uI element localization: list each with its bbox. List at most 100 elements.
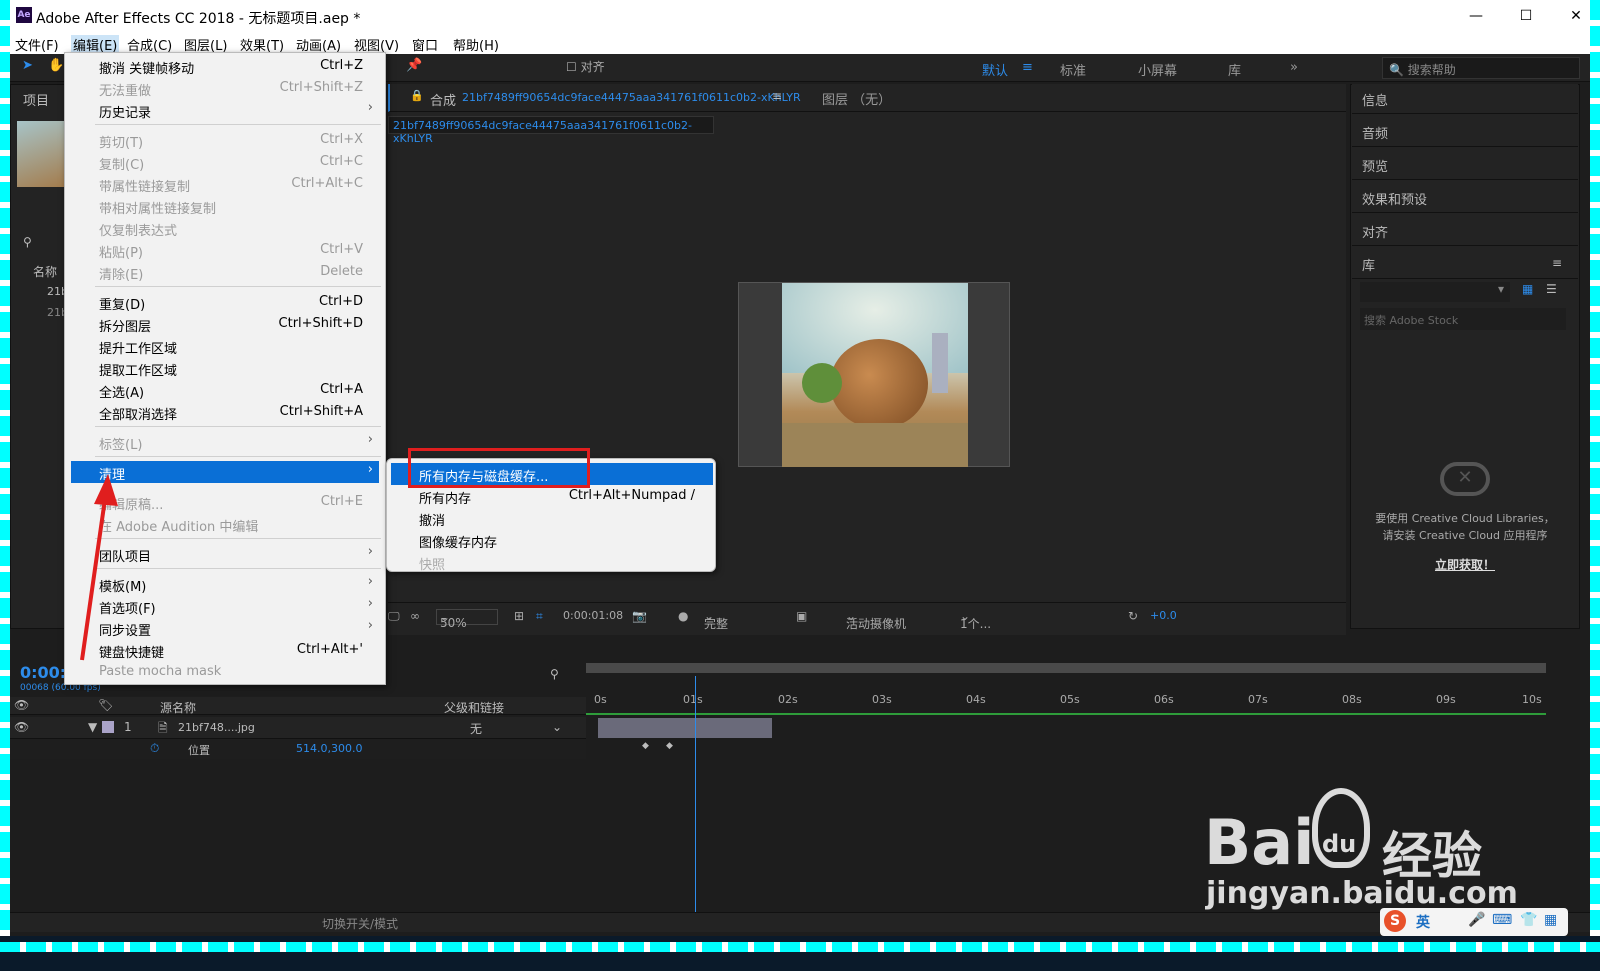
pin-tool-icon[interactable]: 📌 bbox=[406, 58, 422, 73]
workspace-small-screen[interactable]: 小屏幕 bbox=[1138, 60, 1177, 79]
minimize-button[interactable]: — bbox=[1456, 4, 1496, 28]
project-search-icon[interactable]: ⚲ bbox=[23, 235, 32, 249]
transparency-icon[interactable]: ▣ bbox=[796, 609, 807, 623]
edit-menu-item-15[interactable]: 全部取消选择 Ctrl+Shift+A bbox=[65, 401, 385, 423]
purge-item-3[interactable]: 图像缓存内存 bbox=[391, 529, 713, 551]
workspace-menu-icon[interactable]: ≡ bbox=[1022, 60, 1033, 75]
edit-menu-item-0[interactable]: 撤消 关键帧移动 Ctrl+Z bbox=[65, 55, 385, 77]
layer-row[interactable]: 👁 ▼ 1 🗎 21bf748....jpg 无 ⌄ bbox=[10, 717, 586, 739]
work-area-bar[interactable] bbox=[586, 663, 1546, 673]
viewer-timecode[interactable]: 0:00:01:08 bbox=[563, 609, 623, 622]
timeline-timecode[interactable]: 0:00: bbox=[20, 663, 66, 682]
layer-parent-select[interactable]: 无 ⌄ bbox=[470, 720, 562, 737]
keyframe-1[interactable]: ◆ bbox=[642, 741, 649, 751]
workspace-default[interactable]: 默认 bbox=[982, 60, 1008, 79]
edit-menu-item-9[interactable]: 清除(E) Delete bbox=[65, 261, 385, 283]
edit-menu-item-8[interactable]: 粘贴(P) Ctrl+V bbox=[65, 239, 385, 261]
list-view-icon[interactable]: ☰ bbox=[1546, 282, 1557, 296]
layer-name[interactable]: 21bf748....jpg bbox=[178, 721, 255, 734]
selection-tool-icon[interactable]: ➤ bbox=[22, 58, 33, 73]
region-icon[interactable]: ⌗ bbox=[536, 609, 543, 624]
edit-menu-item-14[interactable]: 全选(A) Ctrl+A bbox=[65, 379, 385, 401]
purge-item-2[interactable]: 撤消 bbox=[391, 507, 713, 529]
purge-item-1[interactable]: 所有内存 Ctrl+Alt+Numpad / bbox=[391, 485, 713, 507]
layer-expand-icon[interactable]: ▼ bbox=[88, 720, 97, 734]
microphone-icon[interactable]: 🎤 bbox=[1468, 912, 1485, 928]
edit-menu-item-6[interactable]: 带相对属性链接复制 bbox=[65, 195, 385, 217]
search-help-input[interactable]: 🔍 搜索帮助 bbox=[1382, 57, 1580, 79]
eye-icon[interactable]: 👁 bbox=[14, 698, 29, 712]
timeline-search-icon[interactable]: ⚲ bbox=[550, 667, 559, 681]
edit-menu-item-5[interactable]: 带属性链接复制 Ctrl+Alt+C bbox=[65, 173, 385, 195]
panel-library[interactable]: 库 bbox=[1352, 249, 1578, 279]
color-channels-icon[interactable]: ● bbox=[678, 609, 688, 623]
edit-menu-item-7[interactable]: 仅复制表达式 bbox=[65, 217, 385, 239]
mask-icon[interactable]: ∞ bbox=[410, 609, 420, 623]
edit-menu-item-16[interactable]: 标签(L) › bbox=[65, 431, 385, 453]
position-property-row[interactable]: ⏱ 位置 514.0,300.0 bbox=[10, 739, 586, 759]
layer-visibility-icon[interactable]: 👁 bbox=[14, 720, 29, 734]
layer-duration-bar[interactable] bbox=[598, 718, 772, 738]
menu-help[interactable]: 帮助(H) bbox=[453, 35, 499, 54]
monitor-icon[interactable]: 🖵 bbox=[388, 609, 400, 624]
project-tab[interactable]: 项目 bbox=[23, 90, 49, 109]
sogou-icon[interactable]: S bbox=[1384, 910, 1406, 932]
edit-menu-item-12[interactable]: 提升工作区域 bbox=[65, 335, 385, 357]
shirt-icon[interactable]: 👕 bbox=[1520, 912, 1537, 928]
time-ruler[interactable]: 0s 01s 02s 03s 04s 05s 06s 07s 08s 09s 1… bbox=[592, 691, 1552, 711]
lock-icon[interactable]: 🔒 bbox=[410, 89, 424, 102]
library-select[interactable]: ▾ bbox=[1360, 282, 1510, 302]
views-select[interactable]: 1个... ⌄ bbox=[960, 609, 1024, 631]
panel-preview[interactable]: 预览 bbox=[1352, 150, 1578, 180]
menu-file[interactable]: 文件(F) bbox=[15, 35, 59, 54]
workspace-overflow-icon[interactable]: » bbox=[1290, 60, 1298, 75]
grid-icon[interactable]: ⊞ bbox=[514, 609, 524, 623]
label-icon[interactable]: 🏷 bbox=[98, 698, 113, 712]
adobe-stock-search[interactable]: 搜索 Adobe Stock bbox=[1360, 308, 1566, 330]
snapshot-icon[interactable]: 📷 bbox=[632, 609, 647, 623]
keyframe-2[interactable]: ◆ bbox=[666, 741, 673, 751]
edit-menu-item-1[interactable]: 无法重做 Ctrl+Shift+Z bbox=[65, 77, 385, 99]
panel-effects-presets[interactable]: 效果和预设 bbox=[1352, 183, 1578, 213]
property-value[interactable]: 514.0,300.0 bbox=[296, 742, 362, 755]
layer-parent-value: 无 bbox=[470, 722, 483, 736]
close-button[interactable]: ✕ bbox=[1556, 4, 1596, 28]
hand-tool-icon[interactable]: ✋ bbox=[48, 58, 64, 73]
toolbox-icon[interactable]: ▦ bbox=[1544, 912, 1557, 928]
edit-menu-item-10[interactable]: 重复(D) Ctrl+D bbox=[65, 291, 385, 313]
panel-audio[interactable]: 音频 bbox=[1352, 117, 1578, 147]
get-now-link[interactable]: 立即获取！ bbox=[1352, 556, 1578, 573]
layer-label-color[interactable] bbox=[102, 721, 114, 733]
quality-select[interactable]: 完整 ⌄ bbox=[704, 609, 784, 631]
comp-tab-menu-icon[interactable]: ≡ bbox=[772, 89, 782, 103]
playhead[interactable] bbox=[695, 676, 696, 916]
exposure-value[interactable]: +0.0 bbox=[1150, 609, 1177, 622]
maximize-button[interactable]: ☐ bbox=[1506, 4, 1546, 28]
menu-window[interactable]: 窗口 bbox=[412, 35, 438, 54]
toggle-switches-modes[interactable]: 切换开关/模式 bbox=[322, 915, 398, 932]
align-checkbox[interactable]: ☐ 对齐 bbox=[566, 58, 605, 75]
reset-exposure-icon[interactable]: ↻ bbox=[1128, 609, 1138, 623]
workspace-standard[interactable]: 标准 bbox=[1060, 60, 1086, 79]
edit-menu-item-13[interactable]: 提取工作区域 bbox=[65, 357, 385, 379]
workspace-library[interactable]: 库 bbox=[1228, 60, 1241, 79]
stopwatch-icon[interactable]: ⏱ bbox=[150, 741, 159, 756]
edit-menu-item-4[interactable]: 复制(C) Ctrl+C bbox=[65, 151, 385, 173]
zoom-select[interactable]: 50% ⌄ bbox=[436, 609, 498, 630]
camera-select[interactable]: 活动摄像机 ⌄ bbox=[846, 609, 946, 631]
edit-menu-item-2[interactable]: 历史记录 › bbox=[65, 99, 385, 121]
edit-menu-item-3[interactable]: 剪切(T) Ctrl+X bbox=[65, 129, 385, 151]
grid-view-icon[interactable]: ▦ bbox=[1522, 282, 1533, 296]
comp-canvas[interactable] bbox=[738, 282, 1010, 467]
comp-tab-name[interactable]: 21bf7489ff90654dc9face44475aaa341761f061… bbox=[462, 91, 801, 104]
comp-tab-label[interactable]: 合成 bbox=[430, 90, 456, 109]
comp-breadcrumb[interactable]: 21bf7489ff90654dc9face44475aaa341761f061… bbox=[388, 116, 714, 145]
edit-menu-item-11[interactable]: 拆分图层 Ctrl+Shift+D bbox=[65, 313, 385, 335]
layer-tab[interactable]: 图层 （无） bbox=[822, 89, 891, 108]
keyboard-icon[interactable]: ⌨ bbox=[1492, 912, 1512, 928]
purge-item-4[interactable]: 快照 bbox=[391, 551, 713, 573]
panel-info[interactable]: 信息 bbox=[1352, 84, 1578, 114]
panel-align[interactable]: 对齐 bbox=[1352, 216, 1578, 246]
ime-language[interactable]: 英 bbox=[1416, 912, 1430, 932]
library-menu-icon[interactable]: ≡ bbox=[1552, 256, 1562, 270]
